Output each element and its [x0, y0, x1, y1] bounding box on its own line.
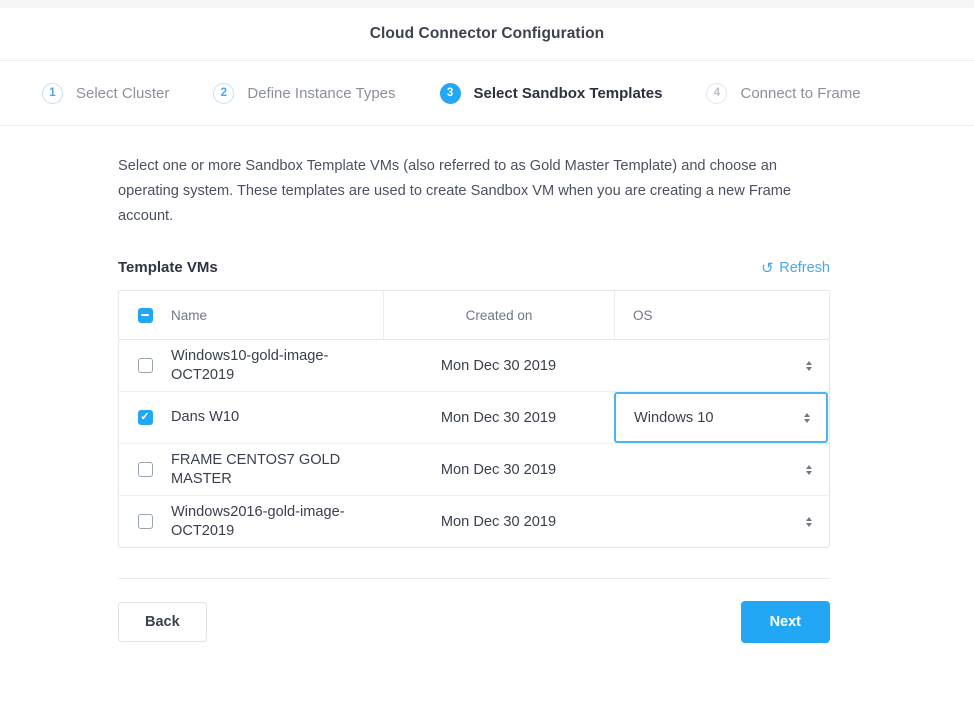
- vm-name: Windows2016-gold-image-OCT2019: [171, 503, 375, 541]
- main-content: Select one or more Sandbox Template VMs …: [0, 126, 974, 643]
- vm-created-on: Mon Dec 30 2019: [441, 358, 556, 374]
- select-updown-arrows-icon: [806, 517, 812, 527]
- select-updown-arrows-icon: [806, 465, 812, 475]
- row-checkbox-cell: [119, 444, 171, 495]
- row-os-cell: [614, 496, 828, 547]
- row-created-on-cell: Mon Dec 30 2019: [383, 340, 614, 391]
- os-select[interactable]: [614, 444, 828, 495]
- indeterminate-dash-icon: [141, 314, 149, 316]
- refresh-icon: ↻: [761, 261, 774, 276]
- vm-created-on: Mon Dec 30 2019: [441, 462, 556, 478]
- wizard-stepper: 1 Select Cluster 2 Define Instance Types…: [0, 61, 974, 126]
- table-row: FRAME CENTOS7 GOLD MASTER Mon Dec 30 201…: [119, 444, 829, 496]
- row-created-on-cell: Mon Dec 30 2019: [383, 496, 614, 547]
- section-header: Template VMs ↻ Refresh: [118, 259, 830, 276]
- step-4-connect-to-frame[interactable]: 4 Connect to Frame: [706, 83, 860, 104]
- table-row: Windows2016-gold-image-OCT2019 Mon Dec 3…: [119, 496, 829, 547]
- select-all-checkbox[interactable]: [138, 308, 153, 323]
- footer-divider: [118, 578, 830, 579]
- step-2-label: Define Instance Types: [247, 85, 395, 102]
- row-name-cell: FRAME CENTOS7 GOLD MASTER: [171, 444, 383, 495]
- row-checkbox-cell: [119, 340, 171, 391]
- row-os-cell: [614, 444, 828, 495]
- os-select[interactable]: [614, 340, 828, 391]
- step-3-select-sandbox-templates[interactable]: 3 Select Sandbox Templates: [440, 83, 663, 104]
- wizard-actions: Back Next: [118, 601, 830, 643]
- section-title: Template VMs: [118, 259, 218, 276]
- back-button[interactable]: Back: [118, 602, 207, 642]
- os-select[interactable]: Windows 10: [614, 392, 828, 443]
- row-select-checkbox[interactable]: [138, 514, 153, 529]
- vm-name: Windows10-gold-image-OCT2019: [171, 347, 375, 385]
- next-button[interactable]: Next: [741, 601, 830, 643]
- vm-name: Dans W10: [171, 408, 239, 427]
- row-select-checkbox[interactable]: [138, 358, 153, 373]
- step-3-label: Select Sandbox Templates: [474, 85, 663, 102]
- row-name-cell: Windows10-gold-image-OCT2019: [171, 340, 383, 391]
- row-checkbox-cell: [119, 496, 171, 547]
- vm-created-on: Mon Dec 30 2019: [441, 410, 556, 426]
- header-checkbox-cell: [119, 291, 171, 339]
- refresh-label: Refresh: [779, 260, 830, 276]
- step-4-label: Connect to Frame: [740, 85, 860, 102]
- vm-name: FRAME CENTOS7 GOLD MASTER: [171, 451, 375, 489]
- step-1-label: Select Cluster: [76, 85, 169, 102]
- column-header-os[interactable]: OS: [614, 291, 828, 339]
- os-select[interactable]: [614, 496, 828, 547]
- step-1-select-cluster[interactable]: 1 Select Cluster: [42, 83, 169, 104]
- select-updown-arrows-icon: [806, 361, 812, 371]
- step-2-badge: 2: [213, 83, 234, 104]
- top-strip: [0, 0, 974, 8]
- row-os-cell: Windows 10: [614, 392, 828, 443]
- row-created-on-cell: Mon Dec 30 2019: [383, 392, 614, 443]
- row-os-cell: [614, 340, 828, 391]
- select-updown-arrows-icon: [804, 413, 810, 423]
- row-select-checkbox[interactable]: [138, 462, 153, 477]
- cloud-connector-configuration-page: Cloud Connector Configuration 1 Select C…: [0, 0, 974, 704]
- step-4-badge: 4: [706, 83, 727, 104]
- step-1-badge: 1: [42, 83, 63, 104]
- page-title: Cloud Connector Configuration: [370, 25, 605, 43]
- column-header-name[interactable]: Name: [171, 291, 383, 339]
- table-header-row: Name Created on OS: [119, 291, 829, 340]
- table-row: ✓ Dans W10 Mon Dec 30 2019 Windows 10: [119, 392, 829, 444]
- row-select-checkbox[interactable]: ✓: [138, 410, 153, 425]
- table-row: Windows10-gold-image-OCT2019 Mon Dec 30 …: [119, 340, 829, 392]
- row-checkbox-cell: ✓: [119, 392, 171, 443]
- row-name-cell: Windows2016-gold-image-OCT2019: [171, 496, 383, 547]
- refresh-button[interactable]: ↻ Refresh: [761, 260, 830, 276]
- row-name-cell: Dans W10: [171, 392, 383, 443]
- template-vms-table: Name Created on OS Windows10-gold-image-…: [118, 290, 830, 548]
- vm-created-on: Mon Dec 30 2019: [441, 514, 556, 530]
- intro-text: Select one or more Sandbox Template VMs …: [118, 154, 824, 229]
- column-header-created-on[interactable]: Created on: [383, 291, 614, 339]
- step-3-badge: 3: [440, 83, 461, 104]
- checkmark-icon: ✓: [140, 412, 149, 423]
- os-selected-value: Windows 10: [634, 410, 714, 426]
- step-2-define-instance-types[interactable]: 2 Define Instance Types: [213, 83, 395, 104]
- window-title-bar: Cloud Connector Configuration: [0, 8, 974, 61]
- row-created-on-cell: Mon Dec 30 2019: [383, 444, 614, 495]
